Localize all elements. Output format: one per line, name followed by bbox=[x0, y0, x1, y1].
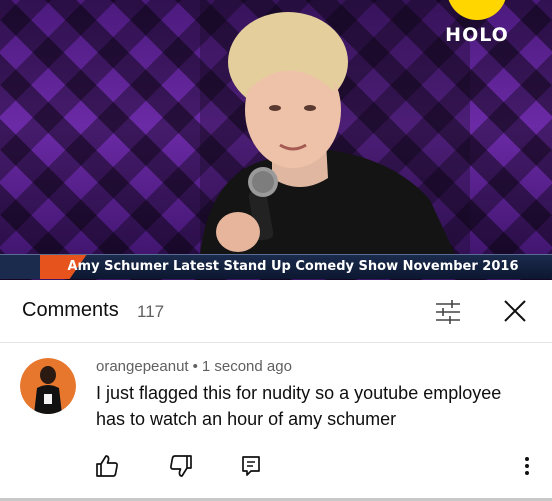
meta-separator: • bbox=[192, 358, 198, 375]
thumbs-up-icon[interactable] bbox=[94, 453, 120, 479]
thumbs-down-icon[interactable] bbox=[168, 453, 194, 479]
sort-filter-icon[interactable] bbox=[433, 297, 463, 327]
comment-author[interactable]: orangepeanut bbox=[96, 358, 189, 375]
channel-logo-text: HOLO bbox=[445, 24, 509, 46]
user-avatar-icon bbox=[20, 358, 76, 414]
more-vertical-icon[interactable] bbox=[514, 453, 540, 479]
comments-count: 117 bbox=[137, 302, 165, 321]
comment-time: 1 second ago bbox=[201, 358, 292, 375]
video-player[interactable]: HOLO Amy Schumer Latest Stand Up Comedy … bbox=[0, 0, 552, 280]
channel-logo: HOLO bbox=[442, 0, 512, 50]
comment-item: orangepeanut • 1 second ago I just flagged… bbox=[0, 343, 552, 501]
video-caption-banner: Amy Schumer Latest Stand Up Comedy Show … bbox=[0, 254, 552, 279]
video-caption-text: Amy Schumer Latest Stand Up Comedy Show … bbox=[67, 259, 519, 274]
close-icon[interactable] bbox=[500, 296, 530, 326]
comments-header: Comments 117 bbox=[0, 280, 552, 343]
comments-title: Comments bbox=[22, 299, 119, 321]
comment-meta: orangepeanut • 1 second ago bbox=[96, 358, 292, 375]
avatar[interactable] bbox=[20, 358, 76, 414]
reply-icon[interactable] bbox=[238, 453, 264, 479]
comment-text: I just flagged this for nudity so a yout… bbox=[96, 383, 502, 429]
